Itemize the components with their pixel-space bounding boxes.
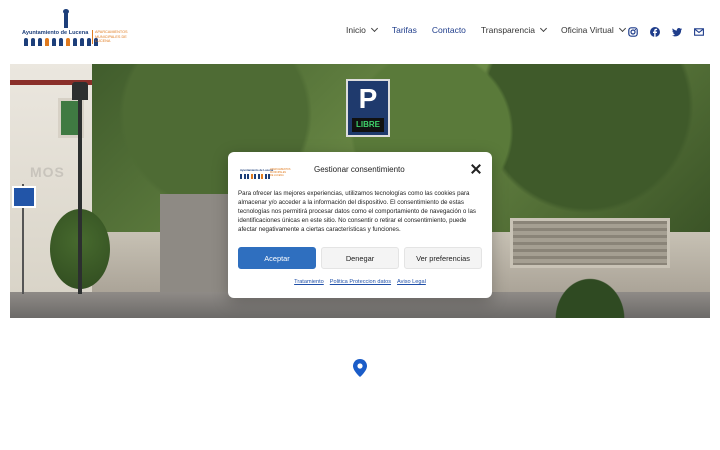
chevron-down-icon	[618, 24, 626, 33]
facebook-icon[interactable]	[650, 27, 660, 37]
instagram-icon[interactable]	[628, 27, 638, 37]
consent-dialog: Ayuntamiento de Lucena APARCAMIENTOS MUN…	[228, 152, 492, 298]
nav-label: Transparencia	[480, 25, 535, 35]
nav-transparencia[interactable]: Transparencia	[480, 24, 547, 35]
tower-icon	[63, 9, 69, 28]
site-logo[interactable]: Ayuntamiento de Lucena APARCAMIENTOS MUN…	[22, 9, 132, 50]
deny-button[interactable]: Denegar	[321, 247, 399, 269]
nav-inicio[interactable]: Inicio	[346, 24, 378, 35]
page: Ayuntamiento de Lucena APARCAMIENTOS MUN…	[0, 0, 720, 450]
dialog-title: Gestionar consentimiento	[314, 165, 405, 174]
nav-oficina-virtual[interactable]: Oficina Virtual	[560, 24, 626, 35]
chevron-down-icon	[370, 24, 378, 33]
nav-label: Contacto	[431, 25, 466, 35]
nav-contacto[interactable]: Contacto	[432, 25, 466, 35]
nav-label: Oficina Virtual	[560, 25, 614, 35]
link-tratamiento[interactable]: Tratamiento	[294, 279, 324, 285]
parking-sign: P LIBRE	[346, 79, 390, 137]
nav-tarifas[interactable]: Tarifas	[392, 25, 417, 35]
mail-icon[interactable]	[694, 27, 704, 37]
link-politica-proteccion-datos[interactable]: Politica Proteccion datos	[330, 279, 391, 285]
link-aviso-legal[interactable]: Aviso Legal	[397, 279, 426, 285]
dialog-logo-subtitle: APARCAMIENTOS MUNICIPALES DE LUCENA	[270, 168, 291, 177]
view-preferences-button[interactable]: Ver preferencias	[404, 247, 482, 269]
dialog-links: Tratamiento Politica Proteccion datos Av…	[228, 279, 492, 285]
parking-letter: P	[358, 83, 378, 114]
dialog-logo: Ayuntamiento de Lucena APARCAMIENTOS MUN…	[240, 164, 291, 182]
dialog-logo-title: Ayuntamiento de Lucena	[240, 168, 274, 172]
logo-subtitle: APARCAMIENTOS MUNICIPALES DE LUCENA	[92, 30, 132, 44]
logo-figures	[24, 38, 98, 46]
twitter-icon[interactable]	[672, 27, 682, 37]
dialog-body: Para ofrecer las mejores experiencias, u…	[238, 190, 477, 233]
wall-lettering: MOS	[30, 164, 65, 180]
crossing-sign	[12, 186, 36, 208]
close-icon[interactable]	[471, 164, 481, 174]
accept-button[interactable]: Aceptar	[238, 247, 316, 269]
chevron-down-icon	[539, 24, 547, 33]
logo-title: Ayuntamiento de Lucena	[22, 30, 89, 36]
map-pin-icon[interactable]	[353, 359, 367, 377]
nav-label: Tarifas	[391, 25, 417, 35]
social-links	[628, 27, 704, 37]
parking-status: LIBRE	[352, 118, 384, 132]
palm-plant	[530, 249, 650, 318]
site-header: Ayuntamiento de Lucena APARCAMIENTOS MUN…	[0, 0, 720, 64]
main-nav: Inicio Tarifas Contacto Transparencia Of…	[346, 24, 626, 35]
nav-label: Inicio	[346, 25, 366, 35]
